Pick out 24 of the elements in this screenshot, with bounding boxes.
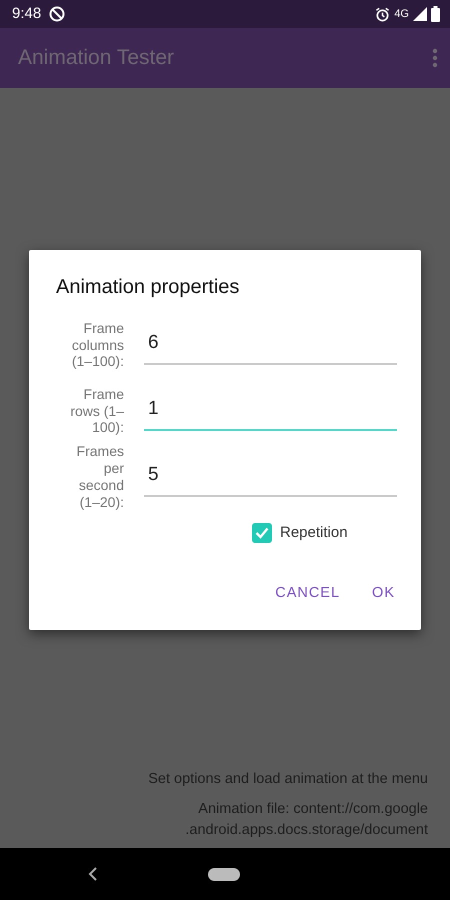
input-field[interactable]: 1 <box>144 390 397 432</box>
battery-icon <box>431 6 440 22</box>
file-path-text: Animation file: content://com.google <box>198 800 428 818</box>
hint-text: Set options and load animation at the menu <box>148 770 428 789</box>
field-label: Frame rows (1–100): <box>69 386 124 436</box>
dialog-title: Animation properties <box>56 275 240 300</box>
file-path-text: .android.apps.docs.storage/document <box>185 821 428 840</box>
field-label: Frames per second (1–20): <box>76 443 124 511</box>
home-handle[interactable] <box>208 868 240 880</box>
checkbox[interactable] <box>252 523 272 544</box>
status-time: 9:48 <box>12 4 42 24</box>
alarm-icon <box>375 6 390 22</box>
overflow-menu-icon[interactable] <box>432 48 438 68</box>
input-field[interactable]: 5 <box>144 456 397 498</box>
checkbox-label[interactable]: Repetition <box>280 522 348 544</box>
dialog-button[interactable]: OK <box>360 574 407 612</box>
signal-icon <box>413 7 427 21</box>
blocked-icon <box>49 6 66 22</box>
app-title: Animation Tester <box>18 45 174 72</box>
field-label: Frame columns (1–100): <box>70 320 124 370</box>
dialog-button[interactable]: CANCEL <box>263 574 352 612</box>
network-label: 4G <box>394 6 409 22</box>
back-icon[interactable] <box>88 867 98 881</box>
input-field[interactable]: 6 <box>144 324 397 366</box>
